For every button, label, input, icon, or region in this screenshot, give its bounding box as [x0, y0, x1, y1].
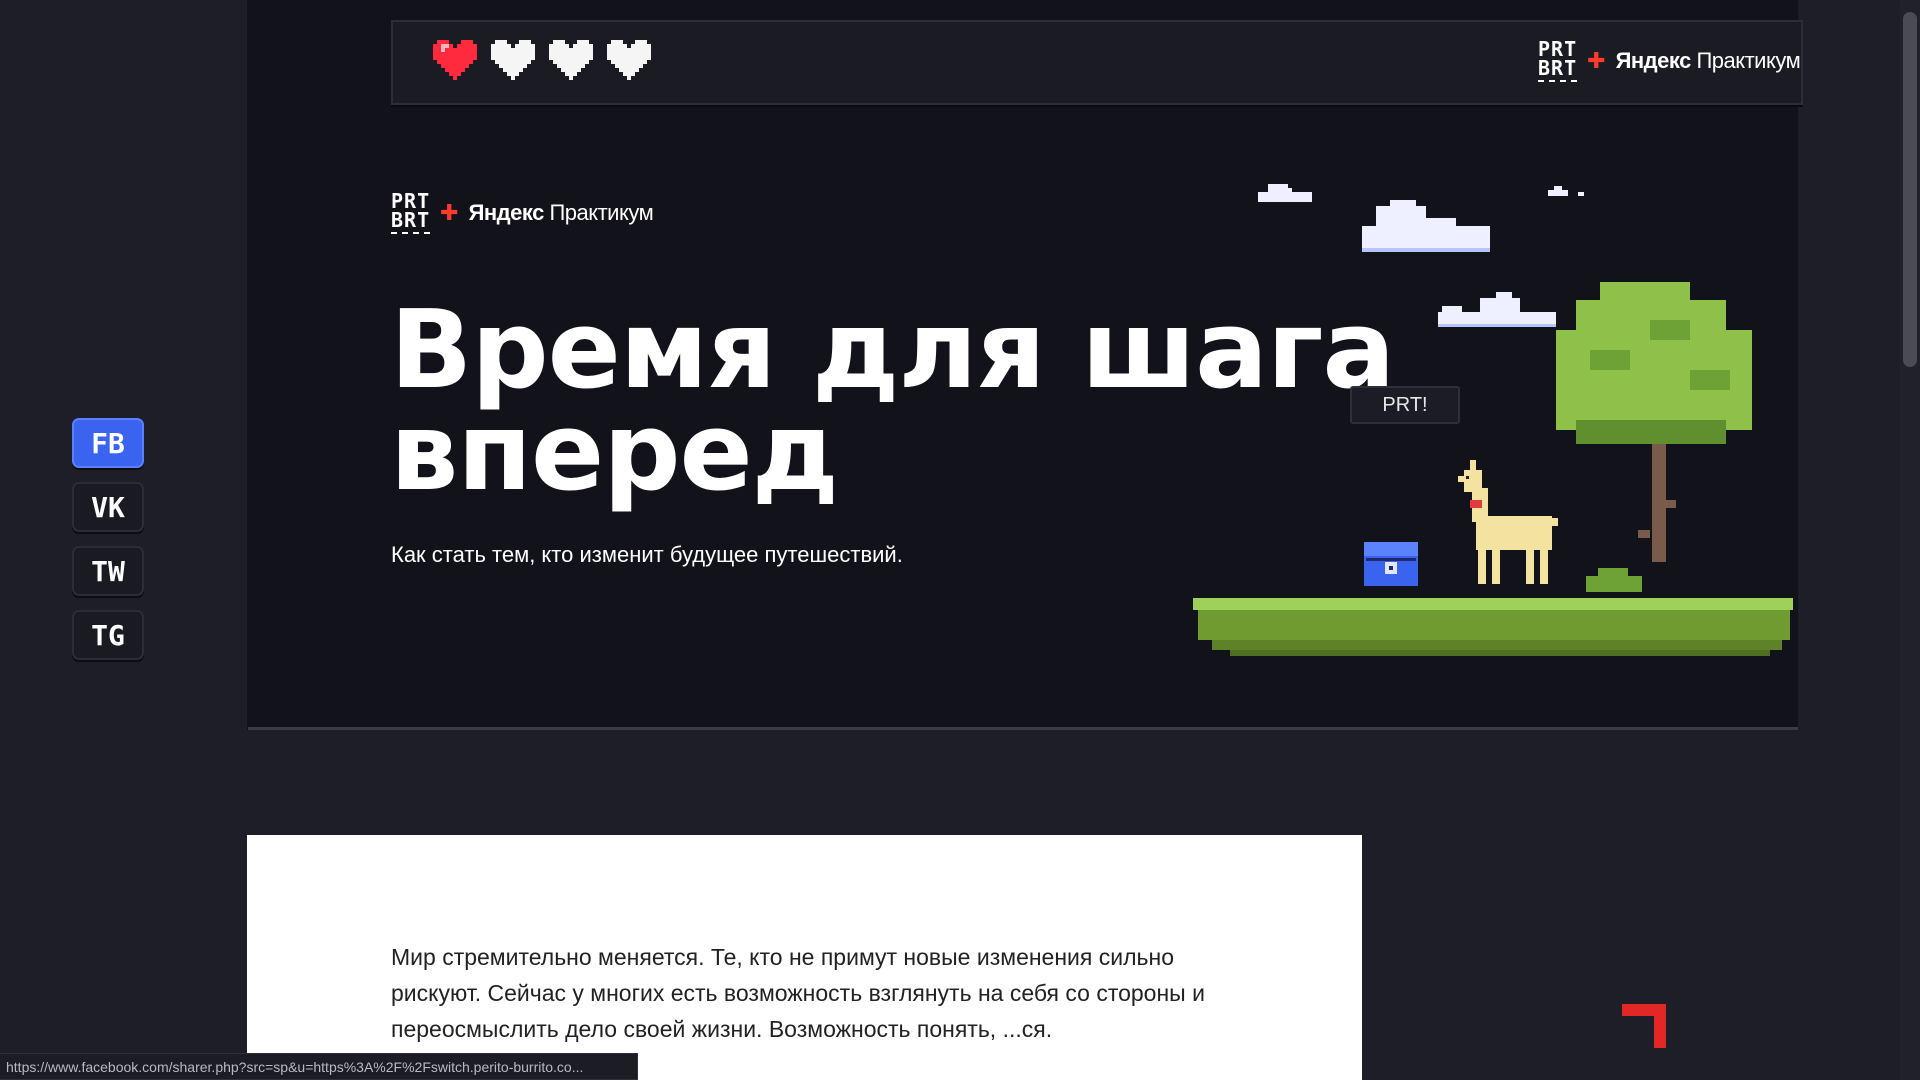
- tree-icon: [1556, 282, 1752, 562]
- yandex-practicum-logo: Яндекс Практикум: [1615, 48, 1801, 73]
- bush-icon: [1586, 568, 1642, 592]
- hero-title-line2: вперед: [390, 390, 839, 515]
- article-card: Мир стремительно меняется. Те, кто не пр…: [247, 835, 1362, 1080]
- llama-icon: [1458, 460, 1558, 584]
- yandex-practicum-logo: Яндекс Практикум: [468, 200, 654, 225]
- hero-subtitle: Как стать тем, кто изменит будущее путеш…: [391, 542, 903, 567]
- share-twitter-button[interactable]: TW: [72, 546, 144, 596]
- share-facebook-button[interactable]: FB: [72, 418, 144, 468]
- heart-empty-icon: [491, 40, 535, 80]
- scrollbar-thumb[interactable]: [1903, 12, 1917, 367]
- cloud-icon: [1548, 186, 1584, 196]
- corner-bracket-icon: [1622, 1004, 1666, 1048]
- grass-ground-icon: [1193, 598, 1793, 656]
- browser-status-bar: https://www.facebook.com/sharer.php?src=…: [0, 1053, 638, 1080]
- header-brand-logo[interactable]: PRT BRT ✚ Яндекс Практикум: [1538, 37, 1801, 82]
- plus-icon: ✚: [1587, 48, 1606, 74]
- cloud-icon: [1362, 200, 1490, 252]
- lives-hearts: [433, 40, 651, 80]
- share-vk-button[interactable]: VK: [72, 482, 144, 532]
- pixel-art-scene: [1193, 184, 1793, 656]
- cloud-icon: [1258, 184, 1312, 202]
- hero-divider: [248, 727, 1798, 730]
- prt-brt-logo: PRT BRT: [391, 189, 431, 234]
- article-paragraph: Мир стремительно меняется. Те, кто не пр…: [391, 944, 1205, 1042]
- heart-empty-icon: [549, 40, 593, 80]
- heart-empty-icon: [607, 40, 651, 80]
- cloud-icon: [1438, 292, 1556, 327]
- prt-brt-logo: PRT BRT: [1538, 37, 1578, 82]
- share-telegram-button[interactable]: TG: [72, 610, 144, 660]
- speech-bubble: PRT!: [1350, 386, 1460, 424]
- plus-icon: ✚: [440, 200, 459, 226]
- treasure-chest-icon: [1364, 542, 1418, 586]
- heart-filled-icon: [433, 40, 477, 80]
- hero-brand-logo: PRT BRT ✚ Яндекс Практикум: [391, 189, 654, 234]
